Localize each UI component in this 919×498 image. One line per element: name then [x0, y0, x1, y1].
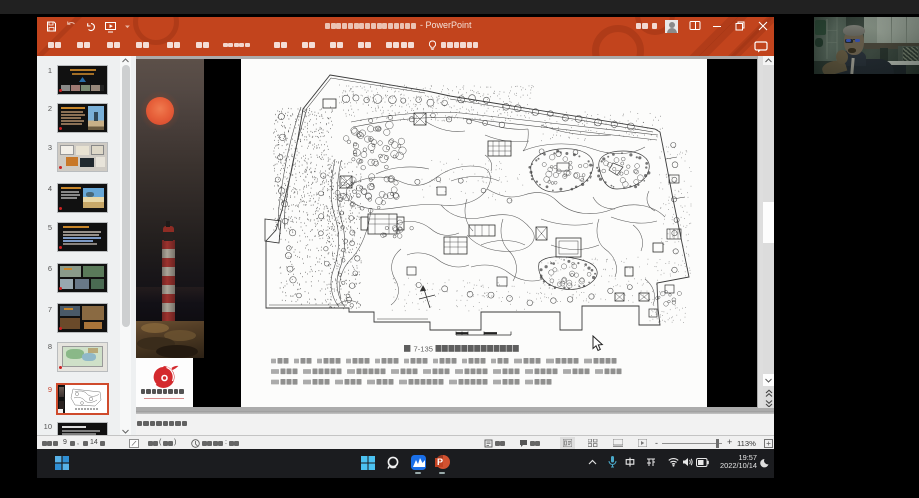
svg-text:7-135: 7-135 [414, 345, 433, 354]
